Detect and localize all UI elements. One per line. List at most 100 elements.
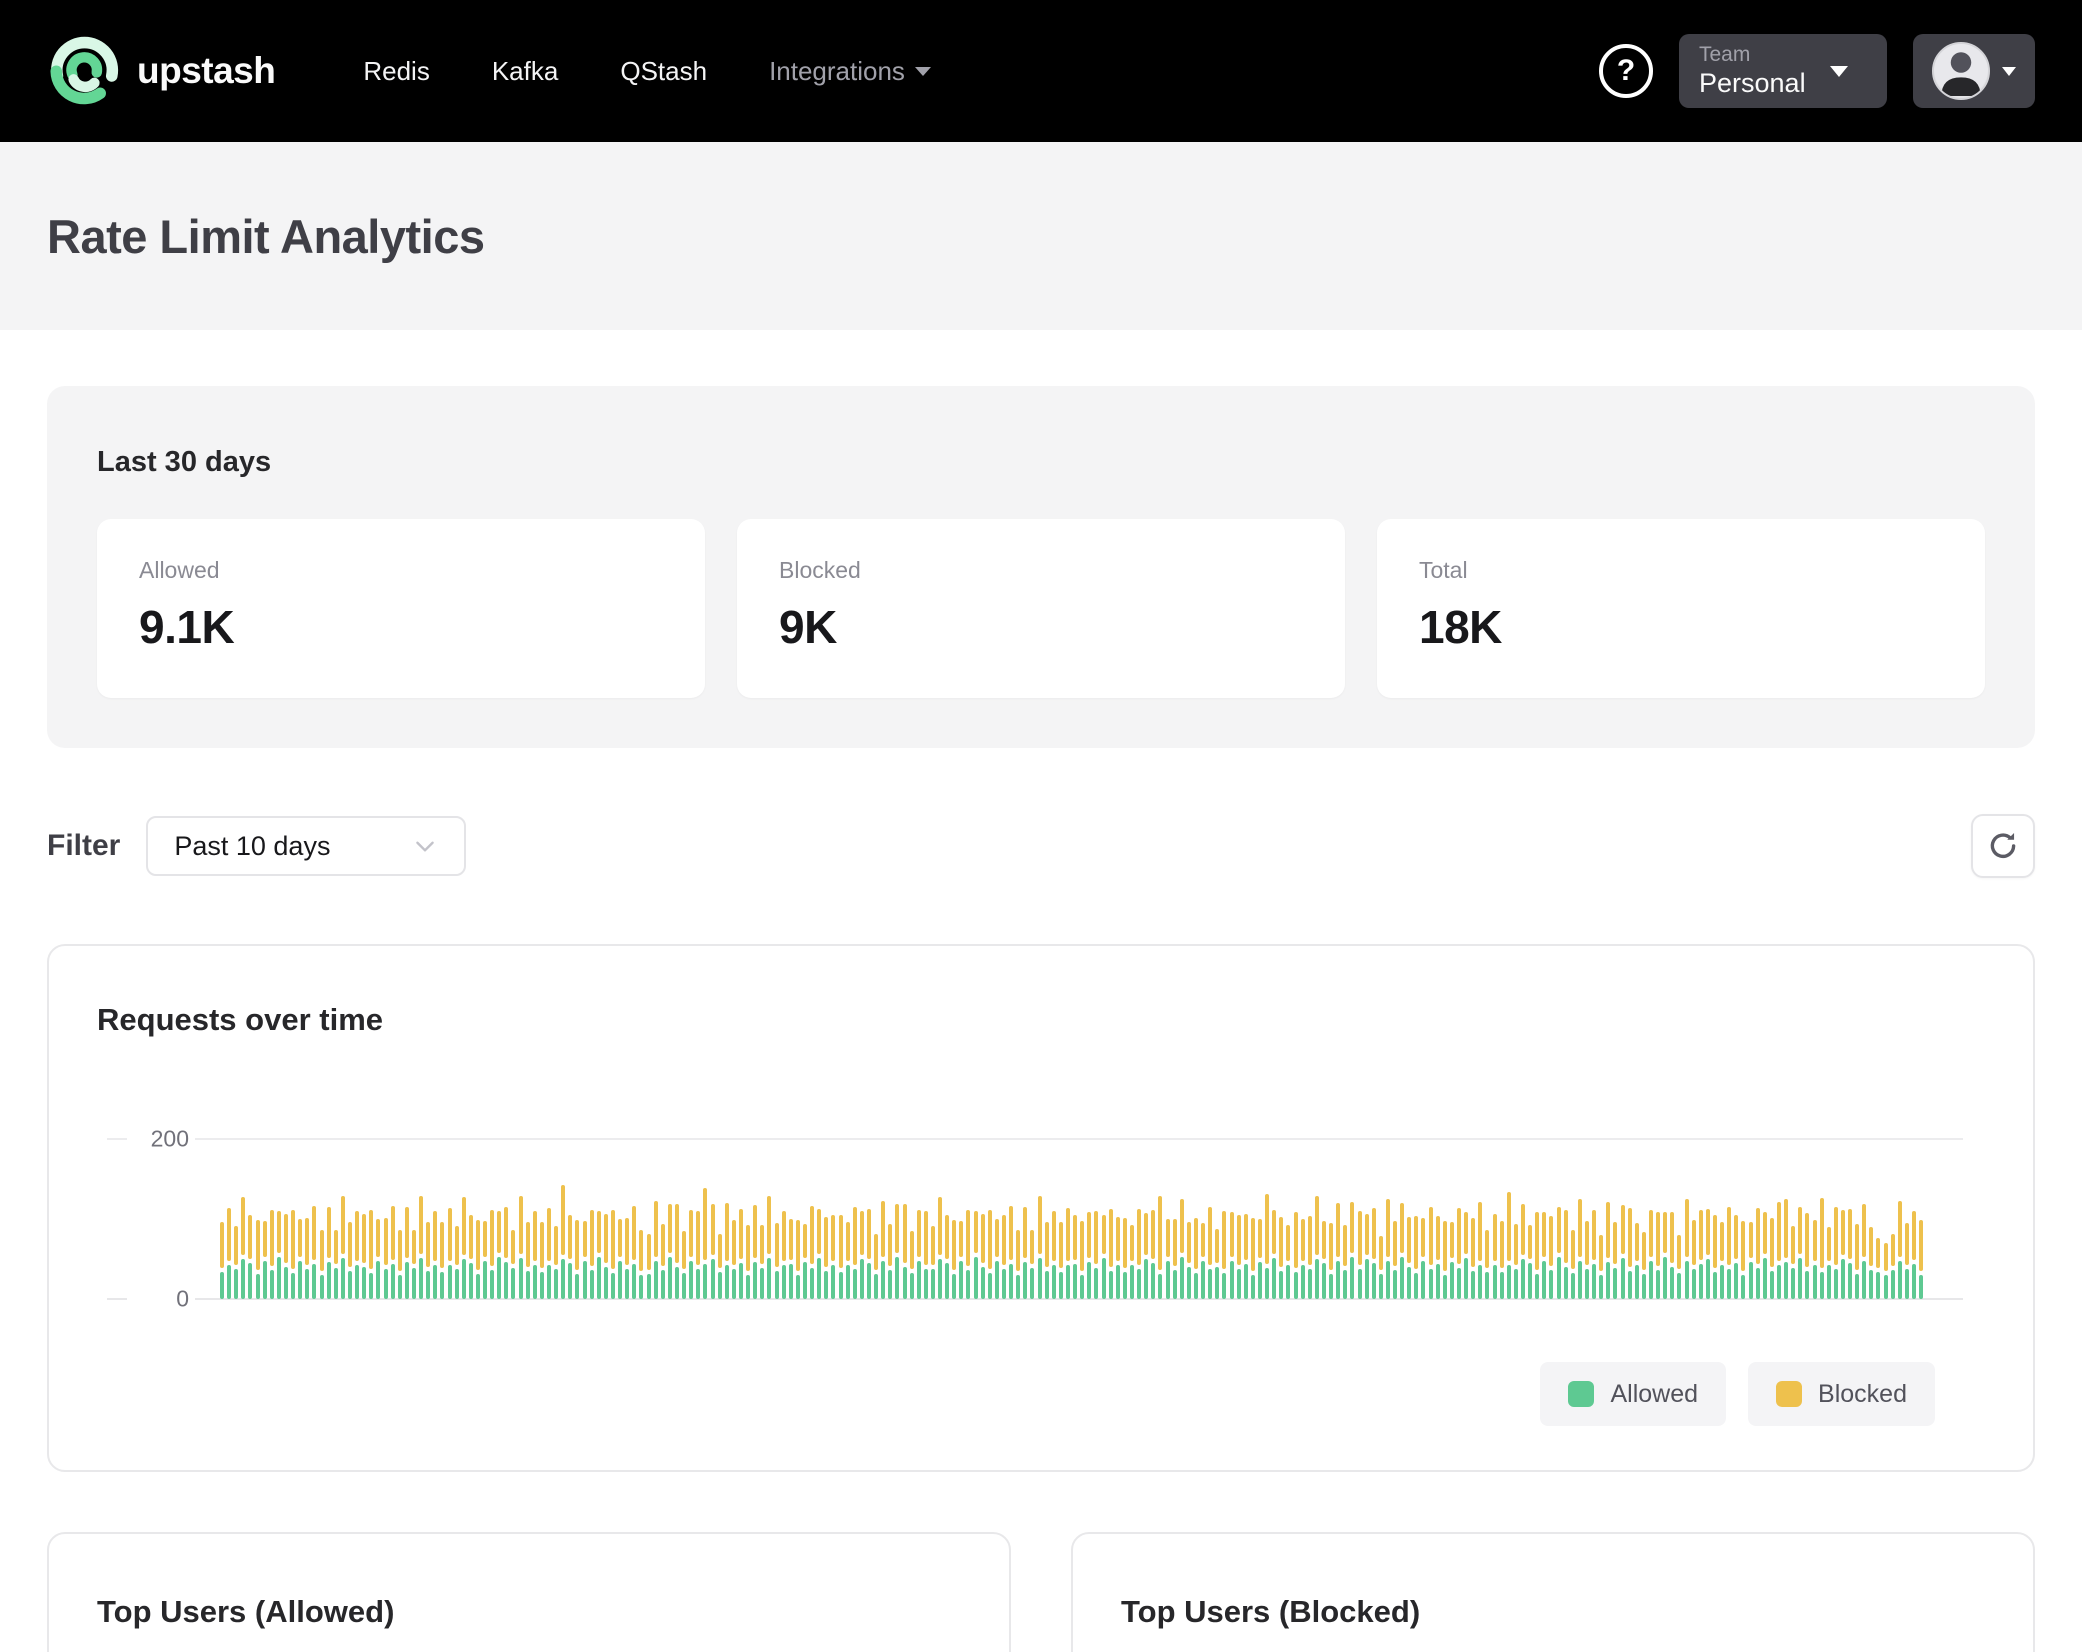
bar	[1813, 1220, 1817, 1299]
bar	[1699, 1210, 1703, 1299]
bar	[611, 1210, 615, 1299]
refresh-button[interactable]	[1971, 814, 2035, 878]
bar	[497, 1211, 501, 1299]
bar	[782, 1211, 786, 1299]
bar	[1528, 1225, 1532, 1299]
requests-chart-card: Requests over time 200 0 Allowed Blocked	[47, 944, 2035, 1472]
bar	[1500, 1221, 1504, 1299]
card-title: Top Users (Allowed)	[97, 1594, 961, 1630]
bar	[312, 1206, 316, 1299]
bar	[1642, 1232, 1646, 1299]
bar	[1180, 1199, 1184, 1299]
bar	[1549, 1216, 1553, 1299]
bar	[675, 1204, 679, 1299]
bar	[1166, 1219, 1170, 1299]
bar	[1649, 1210, 1653, 1299]
bar	[995, 1219, 999, 1299]
bar	[1564, 1210, 1568, 1299]
bar	[860, 1211, 864, 1299]
bar	[1237, 1215, 1241, 1299]
bar	[1436, 1216, 1440, 1299]
bar	[448, 1208, 452, 1299]
bar	[689, 1210, 693, 1299]
bar	[1919, 1220, 1923, 1299]
bar	[1727, 1207, 1731, 1299]
bar	[839, 1215, 843, 1299]
bar	[1045, 1222, 1049, 1299]
bar	[1741, 1221, 1745, 1299]
legend-item-blocked[interactable]: Blocked	[1748, 1362, 1935, 1426]
nav-item-kafka[interactable]: Kafka	[492, 56, 559, 87]
bar	[1258, 1219, 1262, 1299]
bar	[391, 1206, 395, 1299]
bar	[1038, 1196, 1042, 1299]
bar	[1685, 1199, 1689, 1299]
select-value: Past 10 days	[174, 831, 330, 862]
upstash-logo[interactable]: upstash	[47, 32, 275, 111]
bar	[1656, 1212, 1660, 1299]
bar	[405, 1207, 409, 1299]
help-icon[interactable]: ?	[1599, 44, 1653, 98]
bar	[1507, 1192, 1511, 1299]
chevron-down-icon	[915, 67, 931, 76]
bar	[504, 1207, 508, 1299]
bar	[1215, 1229, 1219, 1299]
bar	[1123, 1218, 1127, 1299]
bar	[1443, 1221, 1447, 1299]
bar	[1294, 1212, 1298, 1299]
bar	[1578, 1199, 1582, 1299]
chevron-down-icon	[2002, 67, 2016, 76]
bar	[1585, 1221, 1589, 1299]
account-menu[interactable]	[1913, 34, 2035, 108]
bar	[817, 1209, 821, 1299]
bar	[1485, 1230, 1489, 1299]
bar	[1023, 1207, 1027, 1299]
bar	[1158, 1196, 1162, 1299]
bar	[668, 1204, 672, 1299]
stat-label: Allowed	[139, 557, 663, 584]
bar	[1713, 1215, 1717, 1299]
bar	[348, 1222, 352, 1299]
stat-row: Allowed 9.1K Blocked 9K Total 18K	[97, 519, 1985, 698]
bar	[1208, 1207, 1212, 1299]
bar	[1393, 1221, 1397, 1299]
bar	[1343, 1225, 1347, 1299]
team-selector[interactable]: Team Personal	[1679, 34, 1887, 108]
stat-card-allowed: Allowed 9.1K	[97, 519, 705, 698]
bar	[711, 1204, 715, 1299]
bar	[824, 1217, 828, 1299]
bar	[1670, 1212, 1674, 1299]
top-users-row: Top Users (Allowed) Top Users (Blocked)	[47, 1532, 2035, 1652]
y-axis-tick-0: 0	[127, 1284, 195, 1315]
bar	[1030, 1230, 1034, 1299]
nav-item-qstash[interactable]: QStash	[620, 56, 707, 87]
nav-item-integrations[interactable]: Integrations	[769, 56, 931, 87]
bar	[1372, 1208, 1376, 1299]
bar	[1905, 1223, 1909, 1299]
bar	[1087, 1212, 1091, 1299]
bar	[1628, 1208, 1632, 1299]
bar	[846, 1222, 850, 1299]
bar	[291, 1210, 295, 1299]
bar	[661, 1224, 665, 1299]
bar	[1429, 1207, 1433, 1299]
bar	[483, 1221, 487, 1299]
bar	[568, 1215, 572, 1299]
bar	[1471, 1218, 1475, 1299]
bar	[1421, 1218, 1425, 1299]
bar	[227, 1208, 231, 1299]
bar	[952, 1220, 956, 1299]
bar	[1464, 1212, 1468, 1299]
bar	[1493, 1214, 1497, 1299]
bar	[1358, 1211, 1362, 1299]
date-range-select[interactable]: Past 10 days	[146, 816, 466, 876]
integrations-label: Integrations	[769, 56, 905, 87]
bar	[1102, 1215, 1106, 1299]
legend-item-allowed[interactable]: Allowed	[1540, 1362, 1726, 1426]
bar	[1187, 1222, 1191, 1299]
bar	[746, 1225, 750, 1299]
bar	[910, 1231, 914, 1299]
nav-item-redis[interactable]: Redis	[363, 56, 429, 87]
stat-value: 18K	[1419, 600, 1943, 654]
bar	[1478, 1202, 1482, 1299]
